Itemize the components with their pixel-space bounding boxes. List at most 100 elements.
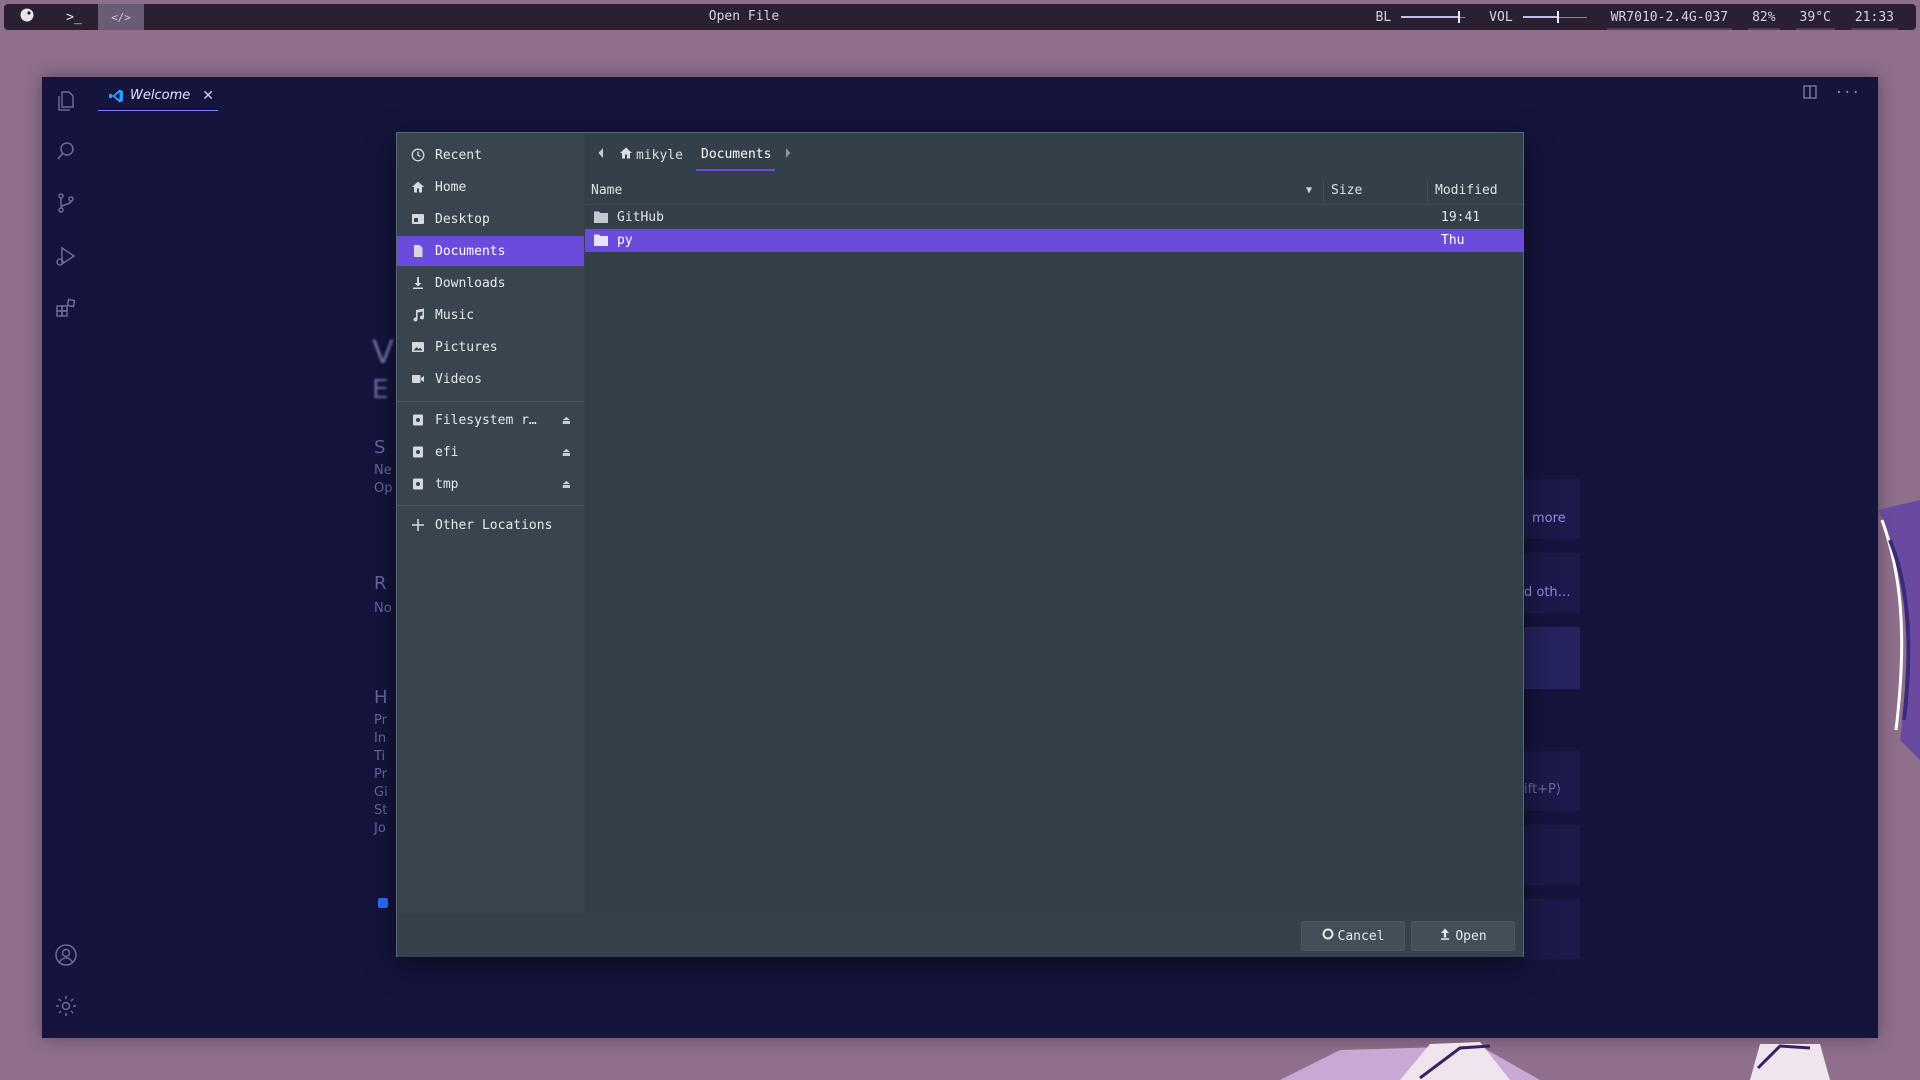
place-label: Videos <box>435 371 482 387</box>
place-videos[interactable]: Videos <box>397 364 584 394</box>
help-item-fragment: Jo <box>374 821 386 836</box>
music-icon <box>411 308 425 322</box>
start-item-fragment: Op <box>374 481 393 496</box>
more-actions-icon[interactable]: ··· <box>1835 85 1860 103</box>
help-item-fragment: Gi <box>374 785 388 800</box>
terminal-icon: >_ <box>66 9 82 25</box>
wifi-status[interactable]: WR7010-2.4G-037 <box>1599 4 1740 30</box>
walkthrough-fragment: d oth… <box>1524 585 1571 600</box>
welcome-title-fragment: V <box>372 333 394 371</box>
volume-control[interactable]: VOL <box>1477 4 1598 30</box>
settings-gear-icon[interactable] <box>54 994 78 1018</box>
path-current-button[interactable]: Documents <box>701 145 771 165</box>
chevron-right-icon[interactable] <box>784 147 792 162</box>
download-icon <box>411 276 425 290</box>
cancel-button[interactable]: Cancel <box>1301 921 1405 951</box>
picture-icon <box>411 340 425 354</box>
help-item-fragment: Pr <box>374 767 387 782</box>
place-tmp[interactable]: tmp ⏏ <box>397 469 584 499</box>
start-item-fragment: Ne <box>374 463 392 478</box>
column-modified-header[interactable]: Modified <box>1435 177 1498 205</box>
drive-icon <box>411 413 425 427</box>
backlight-slider[interactable] <box>1401 11 1466 23</box>
file-browser: mikyle Documents Name ▼ Size Modified Gi… <box>585 133 1523 913</box>
file-row-py[interactable]: py Thu <box>585 229 1523 252</box>
battery-status: 82% <box>1740 4 1787 30</box>
editor-tab-bar: Welcome ✕ <box>90 77 1878 112</box>
cancel-label: Cancel <box>1337 928 1385 944</box>
terminal-button[interactable]: >_ <box>51 4 97 30</box>
walkthrough-card <box>1524 825 1580 885</box>
sidebar-separator <box>397 505 584 506</box>
backlight-control[interactable]: BL <box>1364 4 1478 30</box>
drive-icon <box>411 477 425 491</box>
walkthrough-card <box>1524 627 1580 689</box>
place-home[interactable]: Home <box>397 172 584 202</box>
place-label: Desktop <box>435 211 490 227</box>
sort-descending-icon[interactable]: ▼ <box>1306 177 1312 205</box>
home-icon <box>619 146 633 164</box>
path-current-underline <box>696 169 775 171</box>
eject-icon[interactable]: ⏏ <box>563 477 570 491</box>
wallpaper-artwork <box>1280 1042 1830 1080</box>
backlight-label: BL <box>1375 9 1392 25</box>
path-home-label: mikyle <box>636 147 683 163</box>
extensions-icon[interactable] <box>54 296 78 320</box>
clock: 21:33 <box>1843 4 1906 30</box>
place-label: Recent <box>435 147 482 163</box>
plus-icon <box>411 518 425 532</box>
volume-label: VOL <box>1489 9 1513 25</box>
file-row-github[interactable]: GitHub 19:41 <box>585 206 1523 229</box>
place-downloads[interactable]: Downloads <box>397 268 584 298</box>
split-editor-icon[interactable] <box>1803 85 1817 103</box>
place-desktop[interactable]: Desktop <box>397 204 584 234</box>
more-link[interactable]: more <box>1532 511 1566 526</box>
file-list-header: Name ▼ Size Modified <box>585 177 1523 205</box>
code-icon: </> <box>111 10 131 24</box>
sidebar-separator <box>397 401 584 402</box>
top-status-bar: >_ </> Open File BL VOL WR7010-2.4G-037 … <box>4 4 1916 30</box>
search-icon[interactable] <box>54 139 78 163</box>
place-label: Downloads <box>435 275 506 291</box>
explorer-icon[interactable] <box>54 89 78 113</box>
show-welcome-checkbox[interactable] <box>378 898 388 908</box>
place-music[interactable]: Music <box>397 300 584 330</box>
place-label: Other Locations <box>435 517 553 533</box>
volume-slider[interactable] <box>1522 11 1587 23</box>
chevron-left-icon[interactable] <box>597 147 611 163</box>
dialog-action-bar: Cancel Open <box>397 913 1523 957</box>
path-home-button[interactable]: mikyle <box>619 145 683 165</box>
open-file-dialog: Recent Home Desktop Documents Downloads … <box>396 132 1524 957</box>
launcher-button[interactable] <box>4 4 50 30</box>
open-button[interactable]: Open <box>1411 921 1515 951</box>
tab-welcome[interactable]: Welcome ✕ <box>98 81 218 111</box>
code-editor-button[interactable]: </> <box>98 4 144 30</box>
place-pictures[interactable]: Pictures <box>397 332 584 362</box>
path-bar: mikyle Documents <box>585 133 1523 177</box>
video-icon <box>411 372 425 386</box>
place-filesystem-root[interactable]: Filesystem r… ⏏ <box>397 405 584 435</box>
run-debug-icon[interactable] <box>54 244 78 268</box>
file-modified: 19:41 <box>1441 210 1481 225</box>
cancel-icon <box>1322 928 1334 944</box>
place-other-locations[interactable]: Other Locations <box>397 510 584 540</box>
help-item-fragment: In <box>374 731 387 746</box>
source-control-icon[interactable] <box>54 191 78 215</box>
help-item-fragment: Ti <box>374 749 386 764</box>
home-icon <box>411 180 425 194</box>
place-documents[interactable]: Documents <box>397 236 584 266</box>
file-name: py <box>617 233 633 248</box>
temperature-status: 39°C <box>1788 4 1843 30</box>
eject-icon[interactable]: ⏏ <box>563 445 570 459</box>
account-icon[interactable] <box>54 943 78 967</box>
column-size-header[interactable]: Size <box>1331 177 1362 205</box>
column-name-header[interactable]: Name <box>591 177 622 205</box>
places-sidebar: Recent Home Desktop Documents Downloads … <box>397 133 584 956</box>
place-recent[interactable]: Recent <box>397 140 584 170</box>
file-name: GitHub <box>617 210 664 225</box>
file-modified: Thu <box>1441 233 1465 248</box>
place-efi[interactable]: efi ⏏ <box>397 437 584 467</box>
place-label: efi <box>435 444 459 460</box>
eject-icon[interactable]: ⏏ <box>563 413 570 427</box>
close-icon[interactable]: ✕ <box>202 88 214 104</box>
